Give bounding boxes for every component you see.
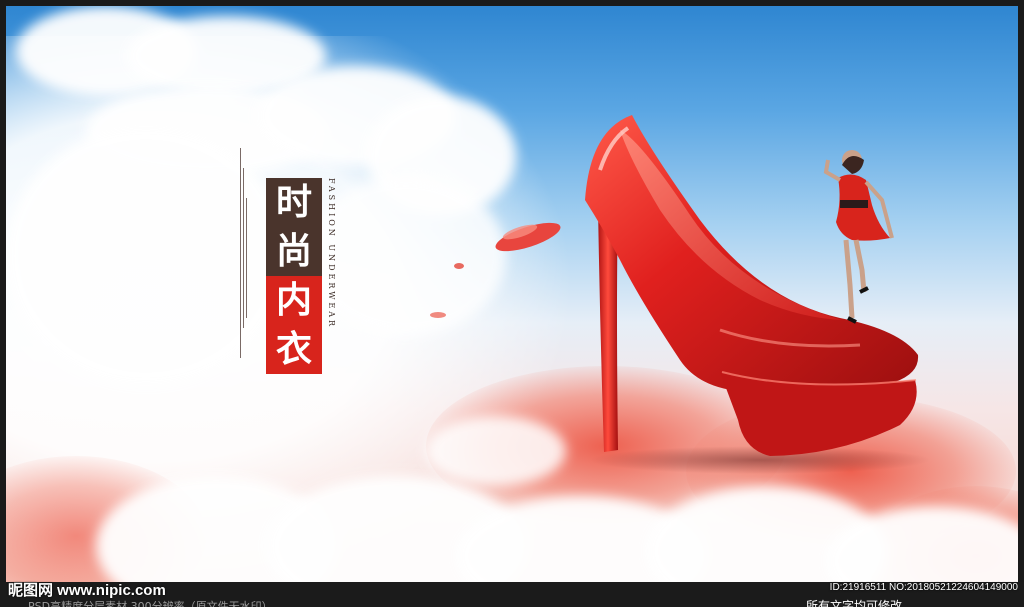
poster-frame: 时 尚 内 衣 FASHION UNDERWEAR 昵图网 www.nipic.… [0,0,1024,607]
footer-caption: PSD高精度分层素材 300分辨率（原文件无水印） [28,600,273,607]
petal [430,312,446,318]
title-char: 尚 [266,227,322,276]
subtitle-english: FASHION UNDERWEAR [327,178,336,330]
model-figure [823,150,894,324]
poster-title: 时 尚 内 衣 [266,178,322,374]
watermark-logo: 昵图网 www.nipic.com [8,582,166,599]
title-char: 内 [266,276,322,325]
footer-note: 所有文字均可修改 [806,599,903,607]
title-char: 衣 [266,325,322,374]
petal [454,263,464,269]
title-char: 时 [266,178,322,227]
watermark-id: ID:21916511 NO:20180521224604149000 [829,582,1018,593]
shoe-illustration [430,115,930,474]
